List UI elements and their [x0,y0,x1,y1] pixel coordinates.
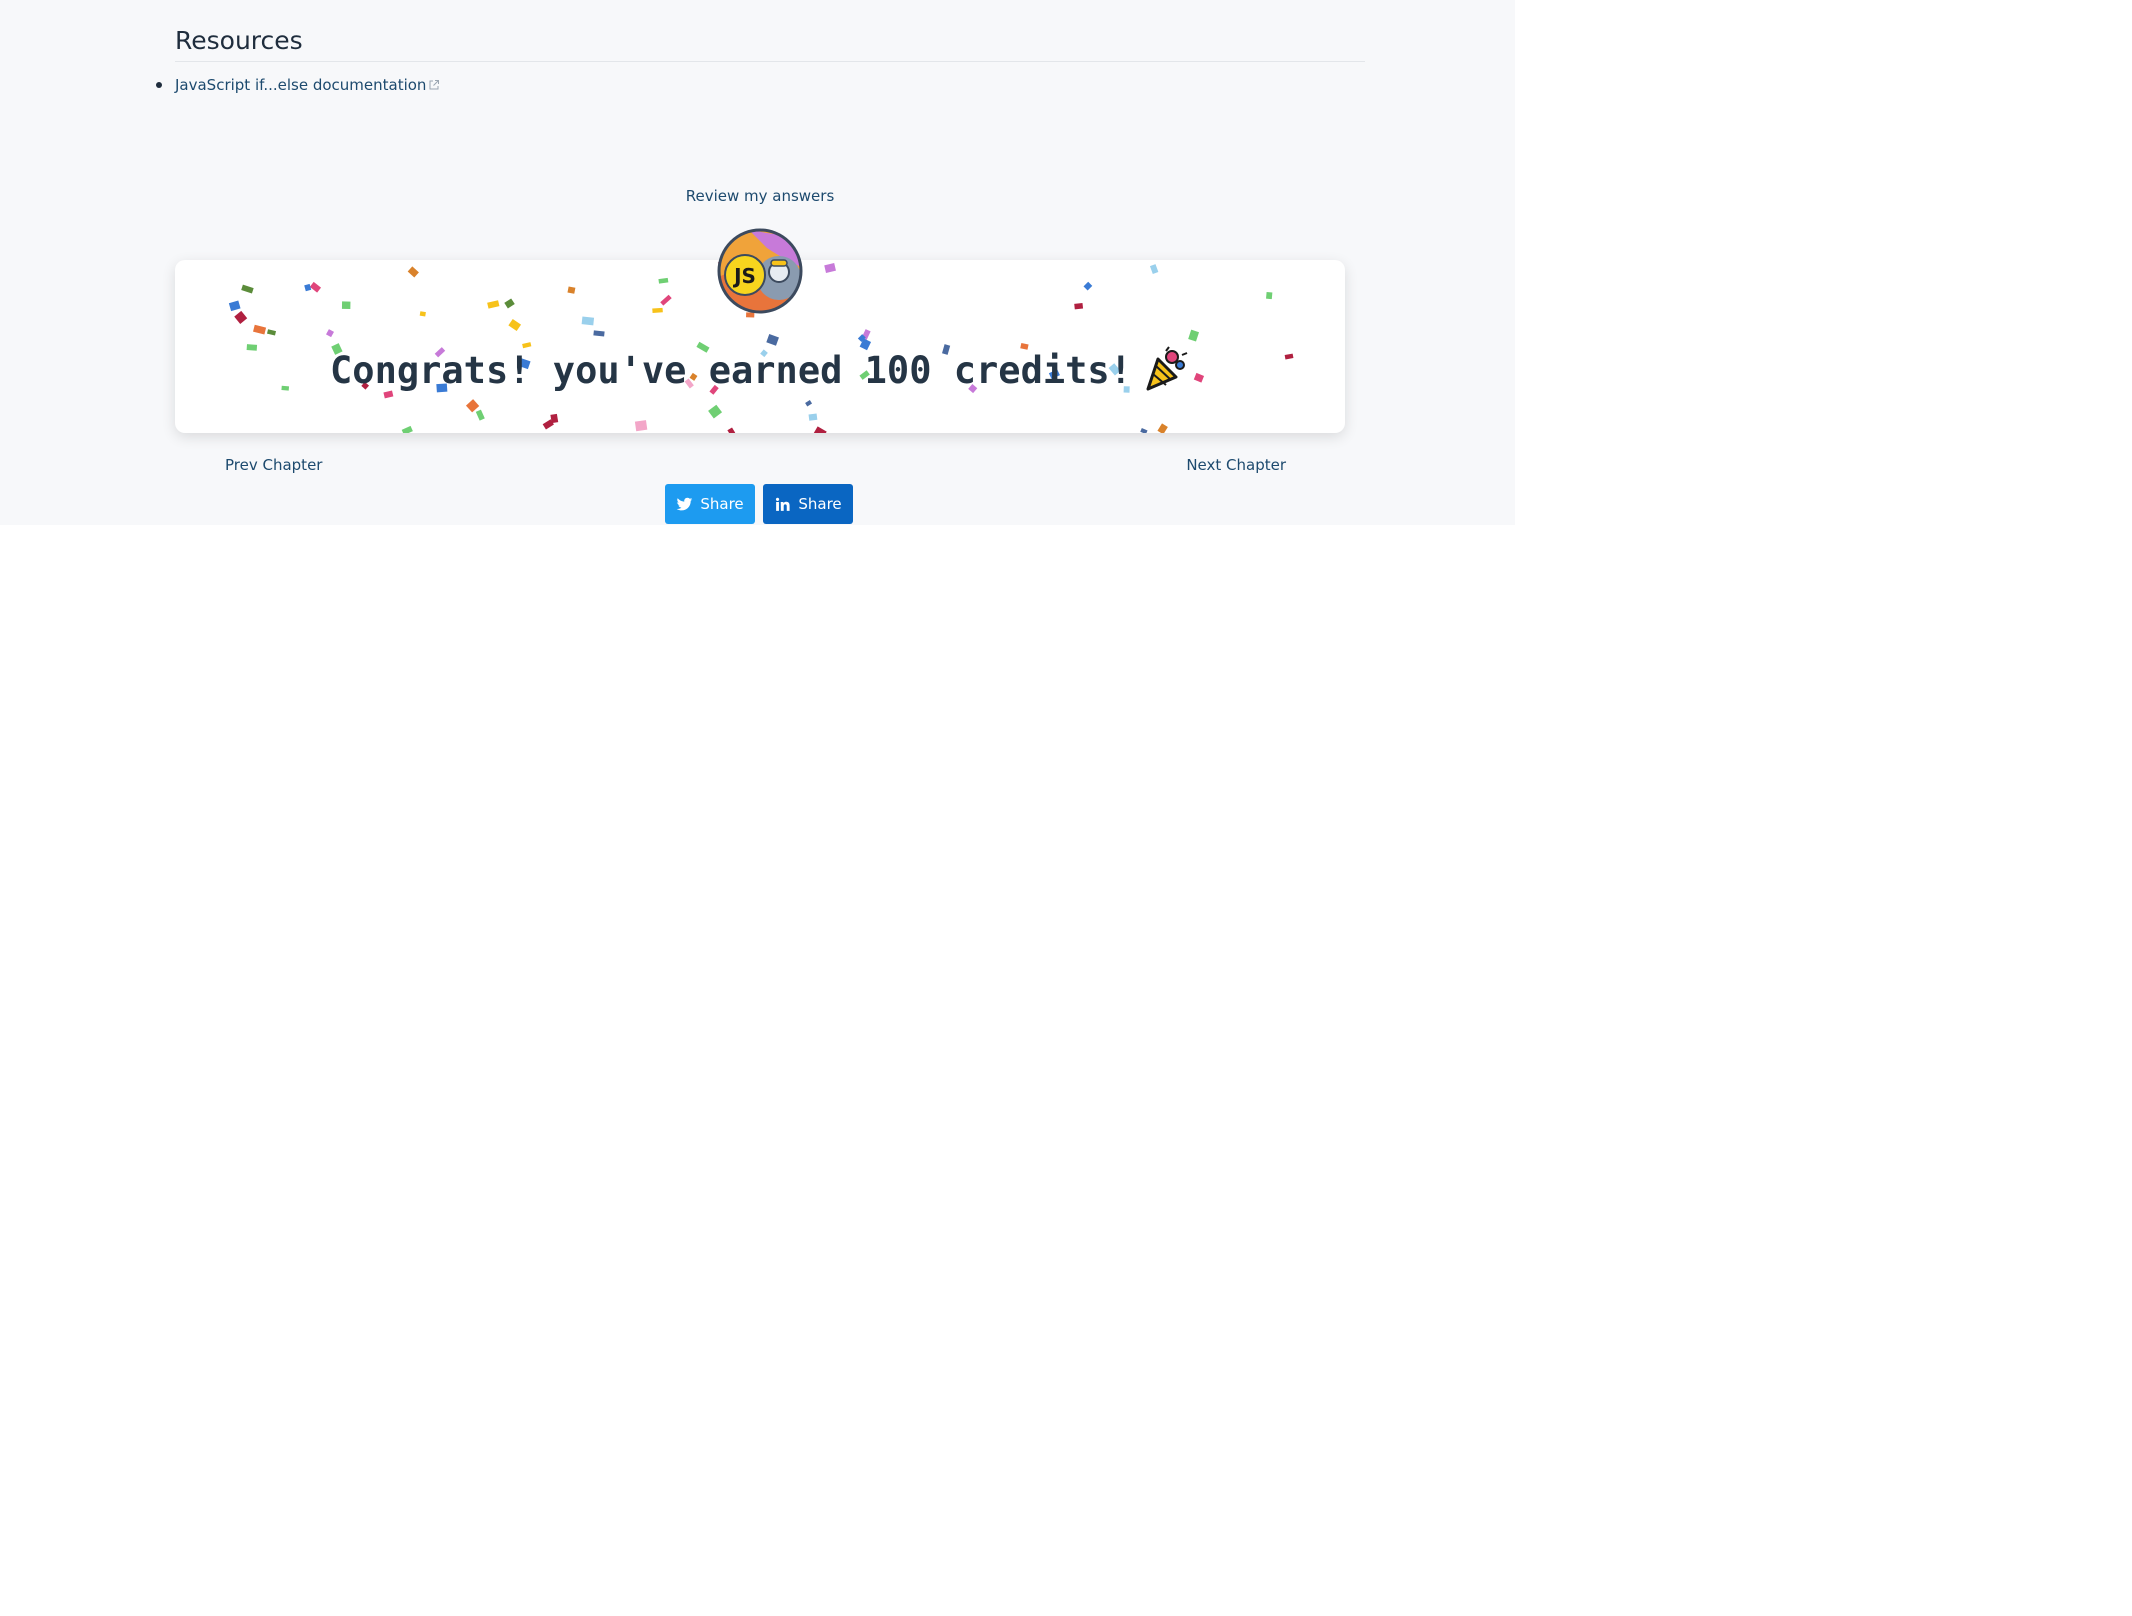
linkedin-icon [776,497,790,511]
confetti-piece [487,300,500,309]
resources-heading: Resources [175,26,303,55]
confetti-piece [1149,264,1159,275]
congrats-message: Congrats! you've earned 100 credits! [175,345,1345,393]
confetti-piece [766,334,779,346]
confetti-piece [824,263,836,273]
party-popper-icon [1146,346,1188,391]
confetti-piece [808,413,818,421]
confetti-piece [634,420,648,432]
confetti-piece [304,283,312,292]
confetti-piece [267,329,277,336]
confetti-piece [727,427,736,433]
confetti-piece [1157,423,1168,433]
confetti-piece [407,266,419,278]
confetti-piece [658,277,669,284]
confetti-piece [309,281,322,293]
bullet-icon [156,82,162,88]
confetti-piece [504,298,515,309]
linkedin-share-button[interactable]: Share [763,484,853,524]
confetti-piece [1074,302,1084,310]
list-item: JavaScript if...else documentation [156,76,440,94]
confetti-piece [341,301,351,309]
prev-chapter-link[interactable]: Prev Chapter [225,456,322,474]
confetti-piece [1083,281,1093,291]
confetti-piece [567,286,576,294]
javascript-badge-icon: JS [717,228,803,314]
confetti-piece [1266,291,1273,300]
lesson-page: Resources JavaScript if...else documenta… [0,0,1515,525]
next-chapter-link[interactable]: Next Chapter [1186,456,1286,474]
share-buttons: Share Share [665,484,853,524]
confetti-piece [812,426,827,433]
confetti-piece [326,329,334,338]
section-divider [175,61,1365,62]
resource-link[interactable]: JavaScript if...else documentation [175,76,440,94]
resource-list: JavaScript if...else documentation [156,76,440,94]
confetti-piece [660,294,672,306]
confetti-piece [419,311,426,317]
confetti-piece [508,318,522,332]
confetti-piece [581,316,595,326]
badge-text: JS [732,264,756,288]
confetti-piece [1188,329,1200,342]
review-answers-link[interactable]: Review my answers [0,187,1520,205]
confetti-piece [805,400,813,407]
confetti-piece [241,284,254,294]
twitter-share-button[interactable]: Share [665,484,755,524]
linkedin-share-label: Share [798,495,842,513]
confetti-piece [234,310,248,324]
twitter-share-label: Share [700,495,744,513]
external-link-icon [429,80,440,90]
congrats-message-text: Congrats! you've earned 100 credits! [330,349,1132,392]
confetti-piece [465,399,480,413]
confetti-piece [652,307,663,313]
confetti-piece [1140,428,1148,433]
confetti-piece [475,409,485,421]
twitter-icon [677,497,693,510]
confetti-piece [228,300,241,312]
confetti-piece [708,404,723,419]
confetti-piece [593,330,605,337]
confetti-piece [401,425,413,433]
resource-link-label: JavaScript if...else documentation [175,76,427,94]
confetti-piece [253,324,267,335]
